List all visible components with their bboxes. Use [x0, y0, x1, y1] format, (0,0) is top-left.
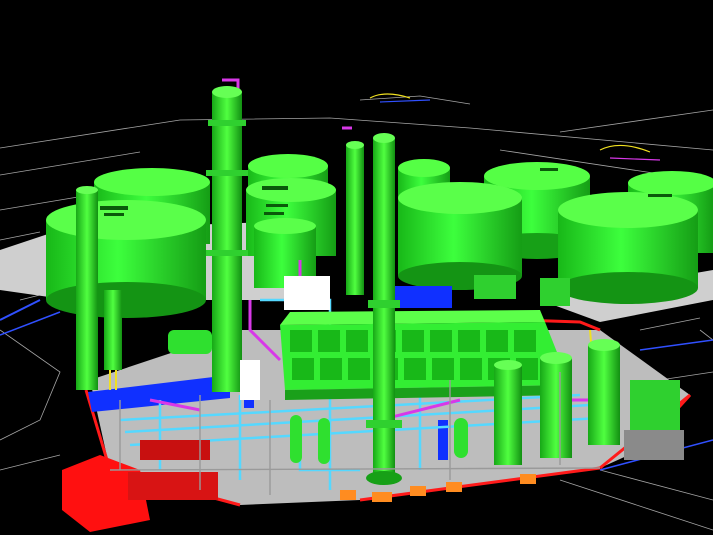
vertical-vessel: [540, 352, 572, 458]
distillation-column: [206, 86, 248, 392]
storage-tank: [558, 192, 698, 304]
cad-3d-viewport[interactable]: [0, 0, 713, 535]
red-equipment: [62, 440, 218, 532]
refinery-3d-model: [0, 78, 713, 532]
vertical-vessel: [624, 380, 684, 460]
vertical-vessel: [588, 339, 620, 445]
distillation-column: [346, 141, 364, 295]
vertical-vessel: [494, 360, 522, 465]
storage-tank: [46, 200, 206, 318]
storage-tank: [398, 182, 522, 290]
air-cooler-bank: [280, 310, 570, 400]
